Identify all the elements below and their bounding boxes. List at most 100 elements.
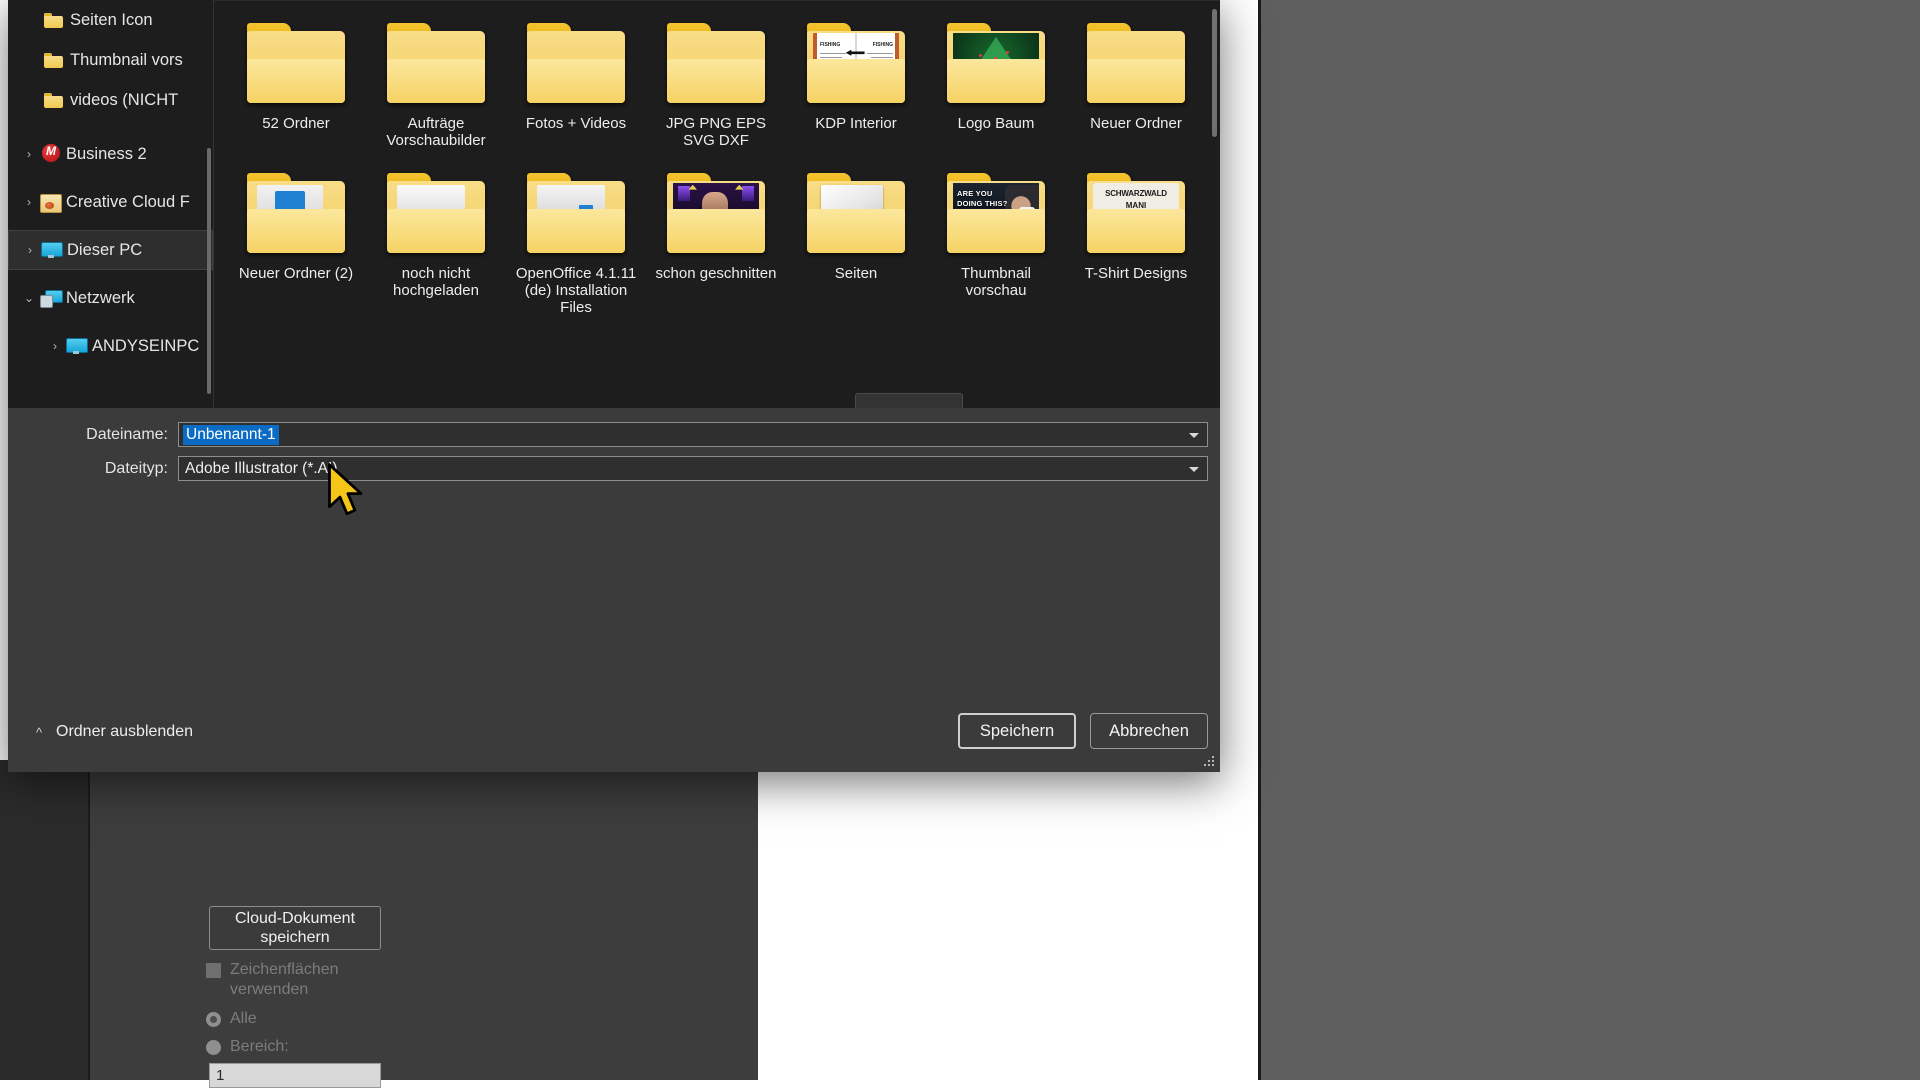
radio-button-icon[interactable] xyxy=(206,1040,221,1055)
radio-range-label: Bereich: xyxy=(230,1038,289,1056)
folder-item[interactable]: ARE YOU DOING THIS? Thumbnail vorschau xyxy=(926,157,1066,316)
workspace-right-panel xyxy=(1261,0,1920,1080)
chevron-right-icon[interactable]: › xyxy=(18,195,40,209)
folder-item[interactable]: JPG PNG EPS SVG DXF xyxy=(646,7,786,149)
nav-item-label: ANDYSEINPC xyxy=(92,337,199,356)
nav-item-videos[interactable]: videos (NICHT xyxy=(8,80,213,120)
checkbox-line2: verwenden xyxy=(230,981,308,998)
folder-icon xyxy=(387,23,485,103)
filetype-select[interactable]: Adobe Illustrator (*.AI) xyxy=(178,456,1208,481)
folder-item[interactable]: Seiten xyxy=(786,157,926,316)
folder-label: Logo Baum xyxy=(934,115,1058,132)
radio-button-icon[interactable] xyxy=(206,1012,221,1027)
hide-folders-label: Ordner ausblenden xyxy=(56,723,193,741)
this-pc-icon xyxy=(41,242,67,258)
use-artboards-label: Zeichenflächen verwenden xyxy=(230,960,339,1000)
folder-item[interactable]: noch nicht hochgeladen xyxy=(366,157,506,316)
workspace-left-rail xyxy=(0,760,88,1080)
nav-item-label: Seiten Icon xyxy=(70,11,153,30)
nav-item-label: Thumbnail vors xyxy=(70,51,183,70)
folder-item[interactable]: Fotos + Videos xyxy=(506,7,646,149)
folder-icon xyxy=(667,173,765,253)
thumb-text: FISHING xyxy=(820,42,840,48)
folder-item-partial[interactable] xyxy=(855,393,963,408)
folder-item[interactable]: FISHING FISHING KDP Interior xyxy=(786,7,926,149)
navigation-tree-scrollbar[interactable] xyxy=(207,148,211,394)
mega-drive-icon xyxy=(40,144,66,164)
folder-icon xyxy=(387,173,485,253)
folder-icon xyxy=(247,23,345,103)
radio-range-row[interactable]: Bereich: xyxy=(206,1038,289,1056)
chevron-right-icon[interactable]: › xyxy=(18,147,40,161)
folder-label: noch nicht hochgeladen xyxy=(374,265,498,299)
folder-item[interactable]: Aufträge Vorschaubilder xyxy=(366,7,506,149)
checkbox-icon[interactable] xyxy=(206,963,221,978)
cancel-button[interactable]: Abbrechen xyxy=(1090,713,1208,749)
filename-value: Unbenannt-1 xyxy=(183,425,279,445)
chevron-right-icon[interactable]: › xyxy=(19,243,41,257)
nav-item-business-2[interactable]: › Business 2 xyxy=(8,134,213,174)
nav-item-netzwerk[interactable]: ⌄ Netzwerk xyxy=(8,278,213,318)
nav-item-label: Business 2 xyxy=(66,145,147,164)
save-cloud-document-button[interactable]: Cloud-Dokument speichern xyxy=(209,906,381,950)
workspace-canvas-divider xyxy=(88,760,90,1080)
folder-icon xyxy=(1087,23,1185,103)
chevron-up-icon: ^ xyxy=(32,725,46,740)
workspace-artboard xyxy=(758,760,1260,1080)
nav-item-dieser-pc[interactable]: › Dieser PC xyxy=(8,230,213,270)
folder-item[interactable]: Logo Baum xyxy=(926,7,1066,149)
nav-item-seiten-icon[interactable]: Seiten Icon xyxy=(8,0,213,40)
thumb-text: DOING THIS? xyxy=(957,199,1008,208)
folder-grid-scrollbar[interactable] xyxy=(1212,9,1217,137)
nav-item-label: Netzwerk xyxy=(66,289,135,308)
folder-grid-panel: 52 Ordner Aufträge Vorschaubilder Fotos … xyxy=(214,0,1220,408)
filetype-row: Dateityp: Adobe Illustrator (*.AI) xyxy=(38,456,1218,481)
navigation-tree: Seiten Icon Thumbnail vors videos (NICHT… xyxy=(8,0,214,408)
radio-all-label: Alle xyxy=(230,1010,257,1028)
nav-item-andyseinpc[interactable]: › ANDYSEINPC xyxy=(8,326,213,366)
folder-label: Seiten xyxy=(794,265,918,282)
radio-all-row[interactable]: Alle xyxy=(206,1010,257,1028)
folder-icon xyxy=(807,173,905,253)
hide-folders-toggle[interactable]: ^ Ordner ausblenden xyxy=(32,723,193,741)
folder-icon xyxy=(667,23,765,103)
folder-grid: 52 Ordner Aufträge Vorschaubilder Fotos … xyxy=(226,7,1206,316)
folder-icon: SCHWARZWALD MANI xyxy=(1087,173,1185,253)
use-artboards-checkbox-row[interactable]: Zeichenflächen verwenden xyxy=(206,960,339,1000)
chevron-down-icon[interactable] xyxy=(1189,467,1199,472)
save-as-dialog: Seiten Icon Thumbnail vors videos (NICHT… xyxy=(8,0,1220,772)
filename-row: Dateiname: Unbenannt-1 xyxy=(38,422,1218,447)
chevron-right-icon[interactable]: › xyxy=(44,339,66,353)
resize-grip[interactable] xyxy=(1203,756,1215,768)
folder-item[interactable]: Neuer Ordner (2) xyxy=(226,157,366,316)
nav-item-thumbnail-vorschau[interactable]: Thumbnail vors xyxy=(8,40,213,80)
creative-cloud-icon xyxy=(40,194,66,211)
folder-label: OpenOffice 4.1.11 (de) Installation File… xyxy=(514,265,638,316)
folder-item[interactable]: Neuer Ordner xyxy=(1066,7,1206,149)
chevron-down-icon[interactable]: ⌄ xyxy=(18,291,40,305)
checkbox-line1: Zeichenflächen xyxy=(230,961,339,978)
folder-label: Aufträge Vorschaubilder xyxy=(374,115,498,149)
thumb-text: ARE YOU xyxy=(957,189,992,198)
filetype-label: Dateityp: xyxy=(38,460,178,478)
chevron-down-icon[interactable] xyxy=(1189,433,1199,438)
this-pc-icon xyxy=(66,338,92,354)
thumb-text: SCHWARZWALD xyxy=(1095,189,1177,198)
folder-label: Neuer Ordner (2) xyxy=(234,265,358,282)
folder-icon xyxy=(44,53,70,68)
thumb-text: FISHING xyxy=(873,42,893,48)
nav-item-creative-cloud-files[interactable]: › Creative Cloud F xyxy=(8,182,213,222)
folder-item[interactable]: SCHWARZWALD MANI T-Shirt Designs xyxy=(1066,157,1206,316)
range-input[interactable]: 1 xyxy=(209,1063,381,1088)
folder-icon: ARE YOU DOING THIS? xyxy=(947,173,1045,253)
folder-item[interactable]: OpenOffice 4.1.11 (de) Installation File… xyxy=(506,157,646,316)
filename-input[interactable]: Unbenannt-1 xyxy=(178,422,1208,447)
folder-label: Thumbnail vorschau xyxy=(934,265,1058,299)
nav-item-label: Creative Cloud F xyxy=(66,193,190,212)
save-button[interactable]: Speichern xyxy=(958,713,1076,749)
folder-label: Neuer Ordner xyxy=(1074,115,1198,132)
nav-item-label: videos (NICHT xyxy=(70,91,178,110)
folder-item[interactable]: 52 Ordner xyxy=(226,7,366,149)
folder-label: T-Shirt Designs xyxy=(1074,265,1198,282)
folder-item[interactable]: schon geschnitten xyxy=(646,157,786,316)
